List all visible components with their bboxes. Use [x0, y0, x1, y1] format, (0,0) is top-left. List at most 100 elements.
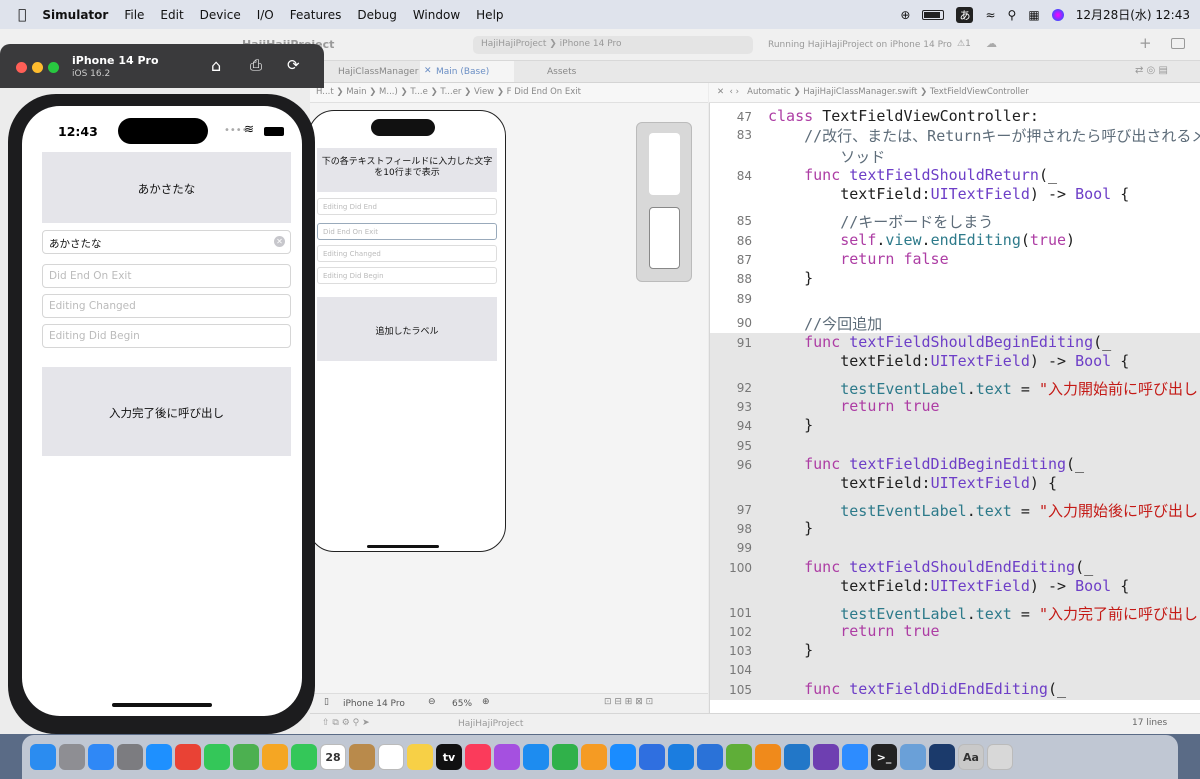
menu-edit[interactable]: Edit: [152, 8, 191, 22]
sidebar-toggle-icon[interactable]: [1171, 38, 1185, 49]
siri-icon[interactable]: [1051, 8, 1064, 21]
dock-facetime-icon[interactable]: [291, 744, 317, 770]
screenshot-icon[interactable]: ⎙: [250, 56, 262, 74]
text-input[interactable]: あかさたな ✕: [42, 230, 291, 254]
dock-notes-icon[interactable]: [407, 744, 433, 770]
dock-photos-icon[interactable]: [262, 744, 288, 770]
code-line[interactable]: 83 //改行、または、Returnキーが押されたら呼び出されるメ: [710, 125, 1200, 146]
zoom-level[interactable]: 65%: [452, 699, 472, 709]
minimize-window-button[interactable]: [32, 62, 43, 73]
input-method-icon[interactable]: あ: [956, 6, 974, 23]
tab-assets[interactable]: Assets: [547, 67, 576, 77]
menu-file[interactable]: File: [116, 8, 152, 22]
code-line[interactable]: textField:UITextField) {: [710, 474, 1200, 500]
footer-icons[interactable]: ⇧ ⧉ ⚙ ⚲ ➤: [322, 718, 370, 728]
menu-debug[interactable]: Debug: [349, 8, 404, 22]
code-line[interactable]: 100 func textFieldShouldEndEditing(_: [710, 558, 1200, 577]
zoom-window-button[interactable]: [48, 62, 59, 73]
add-icon[interactable]: +: [1139, 34, 1152, 52]
dock-music-icon[interactable]: [465, 744, 491, 770]
code-editor[interactable]: 47 class TextFieldViewController: 83 //改行、…: [709, 103, 1200, 713]
code-line[interactable]: 87 return false: [710, 250, 1200, 269]
menu-window[interactable]: Window: [405, 8, 468, 22]
dock-github-desktop-icon[interactable]: [813, 744, 839, 770]
scheme-selector[interactable]: HajiHajiProject ❯ iPhone 14 Pro: [473, 36, 753, 54]
control-center-icon[interactable]: ▦: [1028, 8, 1039, 22]
menu-features[interactable]: Features: [282, 8, 350, 22]
canvas-field-did-end[interactable]: Editing Did End: [317, 198, 497, 215]
close-editor-icon[interactable]: ✕: [717, 87, 724, 97]
zoom-in-icon[interactable]: ⊕: [482, 697, 490, 707]
dock-simulator-app-icon[interactable]: [639, 744, 665, 770]
dock-font-book-icon[interactable]: Aa: [958, 744, 984, 770]
dock-maps-icon[interactable]: [233, 744, 259, 770]
canvas-added-label[interactable]: 追加したラベル: [317, 297, 497, 361]
code-line[interactable]: 88 }: [710, 269, 1200, 289]
phone-screen[interactable]: 12:43 •••• ≋ あかさたな あかさたな ✕ Did End On Ex…: [22, 106, 302, 716]
dock-terminal-icon[interactable]: >_: [871, 744, 897, 770]
code-line[interactable]: 89: [710, 289, 1200, 313]
scheme-device[interactable]: iPhone 14 Pro: [560, 39, 622, 49]
code-line[interactable]: 47 class TextFieldViewController:: [710, 107, 1200, 125]
rotate-icon[interactable]: ⟳: [287, 56, 300, 74]
jump-item-2[interactable]: Main: [346, 87, 366, 97]
dock-numbers-icon[interactable]: [552, 744, 578, 770]
code-line[interactable]: 104: [710, 660, 1200, 680]
code-line[interactable]: 85 //キーボードをしまう: [710, 211, 1200, 231]
dock-podcasts-icon[interactable]: [494, 744, 520, 770]
dock-pages-icon[interactable]: [581, 744, 607, 770]
wifi-icon[interactable]: ≈: [985, 8, 995, 22]
code-line[interactable]: 98 }: [710, 519, 1200, 538]
code-line[interactable]: 102 return true: [710, 622, 1200, 641]
jump-item-1[interactable]: H...t: [316, 87, 334, 97]
minimap-scene-2[interactable]: [649, 207, 680, 269]
dock-xcode-icon[interactable]: [668, 744, 694, 770]
dock-messages-icon[interactable]: [204, 744, 230, 770]
tab-main-base[interactable]: ✕ Main (Base): [420, 61, 514, 82]
dock-app-store-icon[interactable]: [610, 744, 636, 770]
scheme-project[interactable]: HajiHajiProject: [481, 39, 546, 49]
close-icon[interactable]: ✕: [424, 66, 432, 76]
dock-grapher-icon[interactable]: [726, 744, 752, 770]
dock-system-settings-icon[interactable]: [117, 744, 143, 770]
minimap[interactable]: [636, 122, 692, 282]
field-editing-did-begin[interactable]: Editing Did Begin: [42, 324, 291, 348]
battery-icon[interactable]: [922, 9, 945, 20]
minimap-scene-1[interactable]: [649, 133, 680, 195]
jump-item-6[interactable]: View: [474, 87, 494, 97]
apple-icon[interactable]: : [10, 7, 34, 23]
code-line[interactable]: 95: [710, 436, 1200, 455]
jump-swift-file[interactable]: HajiHajiClassManager.swift: [803, 87, 917, 97]
layout-tools[interactable]: ⊡ ⊟ ⊞ ⊠ ⊡: [604, 697, 653, 707]
code-line[interactable]: 91 func textFieldShouldBeginEditing(_: [710, 333, 1200, 352]
canvas-header-label[interactable]: 下の各テキストフィールドに入力した文字を10行まで表示: [317, 148, 497, 192]
dock-notes-brown-icon[interactable]: [349, 744, 375, 770]
dock-instruments-icon[interactable]: [697, 744, 723, 770]
field-did-end-on-exit[interactable]: Did End On Exit: [42, 264, 291, 288]
dock-trash-icon[interactable]: [987, 744, 1013, 770]
dock-tv-icon[interactable]: tv: [436, 744, 462, 770]
canvas-field-editing-changed[interactable]: Editing Changed: [317, 245, 497, 262]
jump-item-3[interactable]: M...): [379, 87, 398, 97]
device-icon[interactable]: ▯: [324, 697, 329, 707]
dock-keynote-icon[interactable]: [523, 744, 549, 770]
dock-mail-icon[interactable]: [88, 744, 114, 770]
jump-class[interactable]: TextFieldViewController: [930, 87, 1029, 97]
code-line[interactable]: 86 self.view.endEditing(true): [710, 231, 1200, 250]
code-line[interactable]: 84 func textFieldShouldReturn(_: [710, 166, 1200, 185]
jump-automatic[interactable]: Automatic: [747, 87, 791, 97]
code-line[interactable]: 90 //今回追加: [710, 313, 1200, 333]
dock-vscode-icon[interactable]: [784, 744, 810, 770]
code-line[interactable]: textField:UITextField) -> Bool {: [710, 577, 1200, 603]
menu-io[interactable]: I/O: [249, 8, 282, 22]
storyboard-canvas[interactable]: 下の各テキストフィールドに入力した文字を10行まで表示 Editing Did …: [308, 103, 708, 713]
code-line[interactable]: textField:UITextField) -> Bool {: [710, 352, 1200, 378]
dock-launchpad-icon[interactable]: [59, 744, 85, 770]
code-line[interactable]: 94 }: [710, 416, 1200, 436]
dock-books-icon[interactable]: [755, 744, 781, 770]
canvas-field-editing-did-begin[interactable]: Editing Did Begin: [317, 267, 497, 284]
back-icon[interactable]: ‹: [730, 87, 733, 97]
menubar-clock[interactable]: 12月28日(水) 12:43: [1076, 6, 1190, 23]
code-line[interactable]: 103 }: [710, 641, 1200, 660]
canvas-field-did-end-on-exit[interactable]: Did End On Exit: [317, 223, 497, 240]
